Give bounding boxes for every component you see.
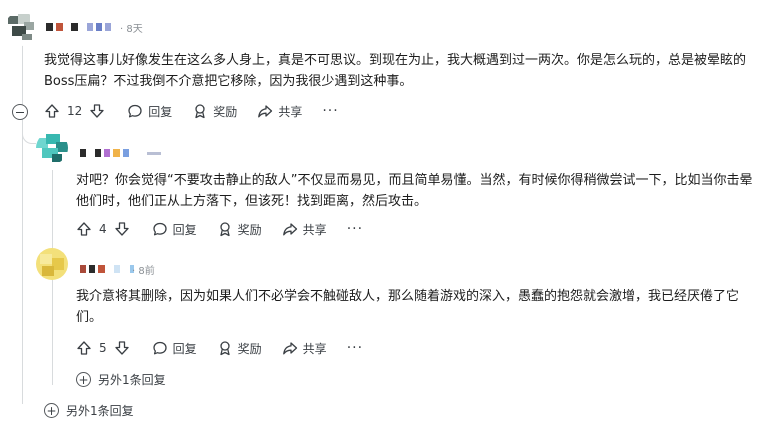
award-label: 奖励	[237, 222, 262, 237]
share-label: 共享	[302, 222, 327, 237]
vote-group: 5	[76, 340, 130, 356]
vote-group: 12	[44, 103, 105, 119]
award-icon	[192, 103, 208, 119]
comment-bubble-icon	[152, 221, 168, 237]
award-label: 奖励	[213, 104, 238, 119]
reply-button[interactable]: 回复	[152, 340, 197, 357]
vote-count: 4	[99, 222, 107, 236]
reply-label: 回复	[148, 104, 173, 119]
comment-actions: 4 回复 奖励 共享 ···	[76, 218, 363, 240]
vote-group: 4	[76, 221, 130, 237]
downvote-icon[interactable]	[89, 103, 105, 119]
downvote-icon[interactable]	[114, 340, 130, 356]
thread-line-root	[22, 44, 23, 404]
avatar[interactable]	[36, 248, 68, 280]
upvote-icon[interactable]	[76, 221, 92, 237]
share-icon	[257, 103, 273, 119]
more-options-button[interactable]: ···	[322, 103, 338, 119]
vote-count: 5	[99, 341, 107, 355]
award-button[interactable]: 奖励	[217, 340, 262, 357]
share-icon	[282, 221, 298, 237]
more-replies-label: 另外1条回复	[66, 404, 134, 418]
reply-button[interactable]: 回复	[152, 221, 197, 238]
username[interactable]	[80, 262, 134, 276]
downvote-icon[interactable]	[114, 221, 130, 237]
comment-actions: 5 回复 奖励 共享 ···	[76, 337, 363, 359]
share-label: 共享	[278, 104, 303, 119]
more-replies-button[interactable]: + 另外1条回复	[76, 371, 166, 388]
comment-body: 我觉得这事儿好像发生在这么多人身上，真是不可思议。到现在为止，我大概遇到过一两次…	[44, 53, 747, 89]
share-button[interactable]: 共享	[282, 340, 327, 357]
collapse-thread-button[interactable]	[12, 104, 28, 120]
share-icon	[282, 340, 298, 356]
award-icon	[217, 221, 233, 237]
reply-label: 回复	[172, 222, 197, 237]
award-button[interactable]: 奖励	[192, 103, 237, 120]
award-icon	[217, 340, 233, 356]
comment-bubble-icon	[152, 340, 168, 356]
avatar[interactable]	[36, 132, 68, 164]
share-label: 共享	[302, 341, 327, 356]
more-replies-label: 另外1条回复	[98, 373, 166, 387]
vote-count: 12	[67, 104, 83, 118]
reply-label: 回复	[172, 341, 197, 356]
more-options-button[interactable]: ···	[347, 340, 363, 356]
upvote-icon[interactable]	[44, 103, 60, 119]
share-button[interactable]: 共享	[257, 103, 302, 120]
reply-button[interactable]: 回复	[127, 103, 172, 120]
comment-actions: 12 回复 奖励 共享 ···	[44, 100, 339, 122]
comment-body: 我介意将其删除，因为如果人们不必学会不触碰敌人，那么随着游戏的深入，愚蠢的抱怨就…	[76, 289, 740, 325]
share-button[interactable]: 共享	[282, 221, 327, 238]
more-options-button[interactable]: ···	[347, 221, 363, 237]
upvote-icon[interactable]	[76, 340, 92, 356]
comment-timestamp: · 8前	[132, 266, 155, 277]
award-label: 奖励	[237, 341, 262, 356]
avatar[interactable]	[4, 12, 38, 46]
plus-circle-icon: +	[44, 403, 59, 418]
award-button[interactable]: 奖励	[217, 221, 262, 238]
comment-body: 对吧？你会觉得“不要攻击静止的敌人”不仅显而易见，而且简单易懂。当然，有时候你得…	[76, 173, 753, 209]
plus-circle-icon: +	[76, 372, 91, 387]
comment-bubble-icon	[127, 103, 143, 119]
comment-timestamp: · 8天	[120, 24, 143, 35]
more-replies-button[interactable]: + 另外1条回复	[44, 402, 134, 419]
username[interactable]	[80, 146, 161, 160]
username[interactable]	[46, 20, 111, 34]
thread-elbow	[22, 118, 36, 144]
